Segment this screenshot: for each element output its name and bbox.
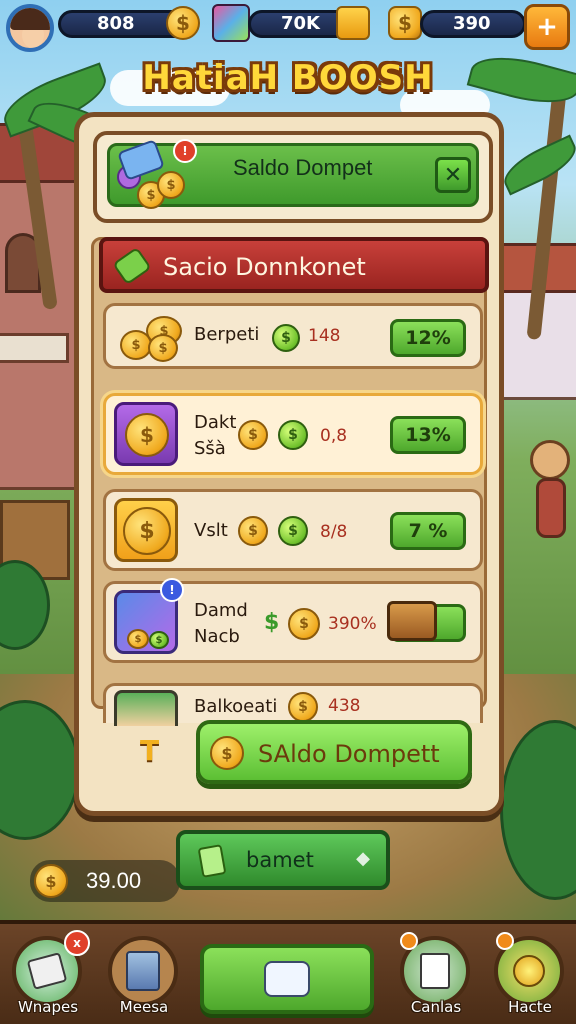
- star-icon: [264, 961, 310, 997]
- nav-label: Meesa: [119, 998, 169, 1016]
- dollar-sign-icon: $: [264, 610, 280, 635]
- star-badge-icon: !: [160, 578, 184, 602]
- gold-value: 808: [97, 13, 135, 34]
- character-portrait-icon: [114, 690, 178, 726]
- percent-button[interactable]: 12%: [390, 319, 466, 357]
- nav-item-maps[interactable]: x Wnapes: [6, 930, 90, 1024]
- notification-dot-icon: [496, 932, 514, 950]
- row-label-2: Nacb: [194, 626, 240, 647]
- close-badge-icon: x: [64, 930, 90, 956]
- row-label: Balkoeati: [194, 696, 278, 717]
- green-coin-icon: $: [272, 324, 300, 352]
- game-title: HatiaH BOOSH: [142, 58, 434, 98]
- gold-coin-icon: $: [114, 498, 178, 562]
- notification-dot-icon: [400, 932, 418, 950]
- hammer-icon: [197, 844, 227, 878]
- nav-center-button[interactable]: [200, 944, 374, 1014]
- list-item[interactable]: $ Dakt Sšà $ $ 0,8 13%: [103, 393, 483, 475]
- treasure-chest-button[interactable]: [387, 601, 466, 642]
- nav-item-meesa[interactable]: Meesa: [102, 936, 186, 1024]
- row-value: 0,8: [320, 426, 348, 446]
- row-label: Vslt: [194, 520, 228, 541]
- player-avatar[interactable]: [6, 4, 54, 52]
- bamet-button-label: bamet: [246, 848, 314, 872]
- row-label: Berpeti: [194, 324, 260, 345]
- bamet-button[interactable]: bamet ◆: [176, 830, 390, 890]
- list-item[interactable]: Balkoeati $ 438: [103, 683, 483, 726]
- wallet-balance-button-label: SAldo Dompett: [258, 740, 440, 768]
- row-label-2: Sšà: [194, 438, 226, 459]
- row-label: Damd: [194, 600, 248, 621]
- coin-balance-value: 39.00: [86, 868, 142, 893]
- row-label: Dakt: [194, 412, 237, 433]
- bottom-nav: x Wnapes Meesa Canlas Hacte: [0, 920, 576, 1024]
- gold-coin-icon: $: [210, 736, 244, 770]
- gold-cube-icon: [336, 6, 370, 40]
- book-icon: [108, 936, 178, 1006]
- coin-balance: $ 39.00: [30, 860, 180, 902]
- green-coin-icon: $: [278, 516, 308, 546]
- gold-coin-icon: $: [238, 420, 268, 450]
- treasure-icon: $: [388, 6, 422, 40]
- gold-coin-icon: $: [288, 608, 320, 640]
- gold-coin-icon: $: [288, 692, 318, 722]
- close-button[interactable]: ✕: [435, 157, 471, 193]
- top-hud: 808 $ 70K $ 390 +: [0, 0, 576, 52]
- chevron-icon: ◆: [356, 848, 370, 869]
- nav-label: Wnapes: [17, 998, 79, 1016]
- list-item[interactable]: $ $ ! Damd Nacb $ $ 390%: [103, 578, 483, 663]
- row-value: 438: [328, 696, 361, 716]
- gold-coin-icon: $: [166, 6, 200, 40]
- tier-label: T: [140, 734, 160, 767]
- green-coin-icon: $: [278, 420, 308, 450]
- gold-coin-icon: $: [114, 402, 178, 466]
- row-value: 148: [308, 326, 341, 346]
- gems-cube-icon: [212, 4, 250, 42]
- wallet-panel: $ $ ! Saldo Dompet ✕ Sacio Donnkonet $ $…: [74, 112, 504, 816]
- ribbon-text: Sacio Donnkonet: [163, 253, 366, 281]
- gems-value: 70K: [281, 13, 320, 34]
- list-item[interactable]: $ Vslt $ $ 8/8 7 %: [103, 489, 483, 571]
- header-title: Saldo Dompet: [233, 155, 373, 180]
- gold-coin-icon: $: [238, 516, 268, 546]
- chest-value: 390: [453, 13, 491, 34]
- nav-item-hacte[interactable]: Hacte: [488, 932, 572, 1024]
- alert-badge-icon: !: [173, 139, 197, 163]
- add-currency-button[interactable]: +: [524, 4, 570, 50]
- npc-body: [536, 478, 566, 538]
- list-item[interactable]: $ $ $ Berpeti $ 148 12%: [103, 303, 483, 369]
- ticket-icon: [112, 246, 152, 286]
- percent-button[interactable]: 13%: [390, 416, 466, 454]
- npc-head: [530, 440, 570, 480]
- section-ribbon: Sacio Donnkonet: [99, 237, 489, 293]
- header-card: $ $ ! Saldo Dompet ✕: [93, 131, 493, 223]
- palm-leaf: [497, 134, 576, 196]
- row-value: 390%: [328, 614, 377, 634]
- percent-button[interactable]: 7 %: [390, 512, 466, 550]
- wallet-balance-button[interactable]: $ SAldo Dompett: [196, 720, 472, 784]
- gold-coin-icon: $: [34, 864, 68, 898]
- row-value: 8/8: [320, 522, 348, 542]
- treasure-chest-icon: [387, 601, 437, 641]
- coin-stack-icon: $ $ $: [116, 312, 184, 366]
- nav-item-canlas[interactable]: Canlas: [394, 932, 478, 1024]
- chest-counter: 390: [420, 10, 526, 38]
- nav-label: Hacte: [508, 998, 552, 1016]
- nav-label: Canlas: [410, 998, 462, 1016]
